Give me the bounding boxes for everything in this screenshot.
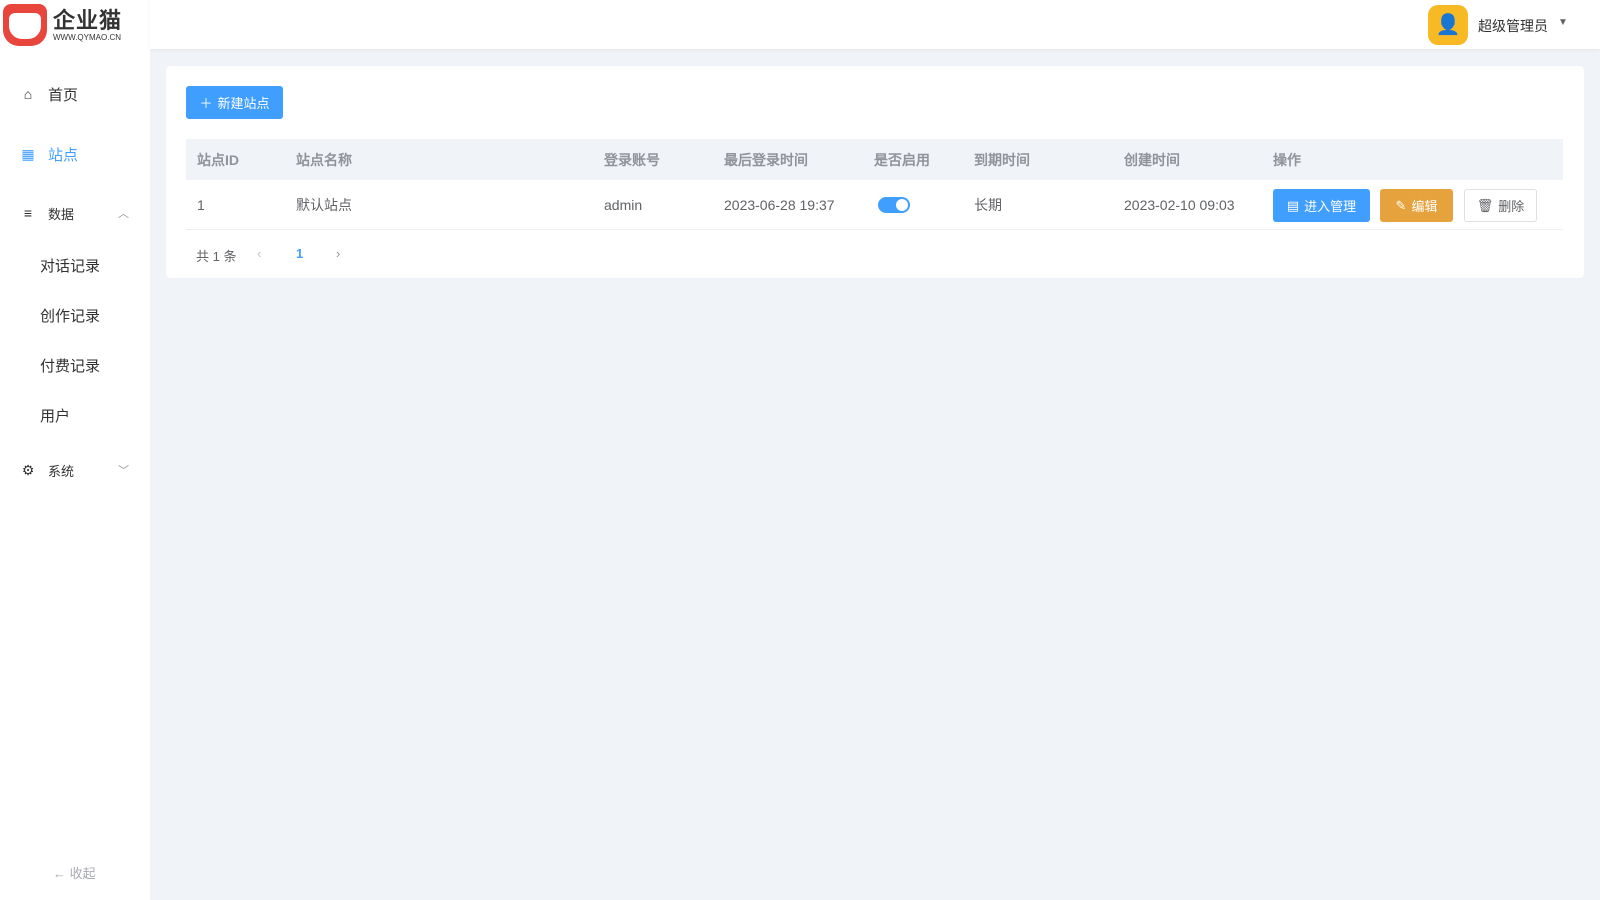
- logo[interactable]: 企业猫 WWW.QYMAO.CN: [3, 4, 122, 46]
- column-header: 到期时间: [974, 151, 1030, 168]
- prev-page-icon[interactable]: ‹: [257, 246, 261, 261]
- column-header: 站点ID: [197, 151, 239, 168]
- sidebar-item-label: 系统: [48, 463, 75, 479]
- pagination-total: 共 1 条: [196, 249, 237, 264]
- table-header: 站点ID 站点名称 登录账号 最后登录时间 是否启用 到期时间 创建时间 操作: [186, 139, 1563, 180]
- new-site-button[interactable]: ＋ 新建站点: [186, 86, 283, 119]
- page-number[interactable]: 1: [296, 246, 303, 261]
- sidebar-item-label: 付费记录: [40, 357, 101, 375]
- user-avatar[interactable]: 👤: [1428, 5, 1468, 45]
- site-name: 默认站点: [296, 196, 352, 213]
- sidebar-item-label: 首页: [48, 86, 79, 104]
- sidebar-item-chat-records[interactable]: 对话记录: [0, 255, 150, 275]
- button-label: 进入管理: [1304, 199, 1357, 214]
- login-account: admin: [604, 196, 643, 213]
- last-login-time: 2023-06-28 19:37: [724, 196, 835, 213]
- trash-icon: 🗑: [1476, 197, 1494, 213]
- sidebar-item-label: 数据: [48, 206, 75, 222]
- arrow-left-icon: ←: [53, 866, 70, 881]
- column-header: 操作: [1273, 151, 1301, 168]
- manage-button[interactable]: ▤ 进入管理: [1273, 189, 1370, 222]
- created-time: 2023-02-10 09:03: [1124, 196, 1235, 213]
- column-header: 最后登录时间: [724, 151, 808, 168]
- gear-icon: ⚙: [21, 461, 35, 478]
- delete-button[interactable]: 🗑 删除: [1464, 189, 1537, 222]
- column-header: 登录账号: [604, 151, 660, 168]
- column-header: 创建时间: [1124, 151, 1180, 168]
- caret-down-icon[interactable]: ▼: [1558, 17, 1568, 28]
- sidebar-item-label: 创作记录: [40, 307, 101, 325]
- logo-url: WWW.QYMAO.CN: [53, 32, 121, 42]
- enabled-toggle[interactable]: [878, 196, 910, 213]
- sidebar-item-sites[interactable]: ▦ 站点: [0, 144, 150, 164]
- sidebar-item-system[interactable]: ⚙ 系统 ﹀: [0, 460, 150, 480]
- menu-icon: ≡: [23, 205, 33, 221]
- cat-logo-icon: [3, 4, 47, 46]
- edit-button[interactable]: ✎ 编辑: [1380, 189, 1453, 222]
- user-icon: 👤: [1435, 14, 1461, 36]
- button-label: 删除: [1498, 199, 1525, 214]
- chevron-down-icon: ﹀: [118, 465, 129, 477]
- sidebar-item-creation-records[interactable]: 创作记录: [0, 305, 150, 325]
- expire-time: 长期: [974, 196, 1002, 213]
- sidebar-item-data[interactable]: ≡ 数据 ︿: [0, 203, 150, 223]
- column-header: 站点名称: [296, 151, 352, 168]
- button-label: 编辑: [1411, 199, 1438, 214]
- sidebar-item-label: 站点: [48, 146, 79, 164]
- chevron-up-icon: ︿: [118, 208, 129, 220]
- edit-icon: ✎: [1395, 197, 1407, 213]
- sidebar-item-users[interactable]: 用户: [0, 405, 150, 425]
- site-id: 1: [197, 196, 205, 213]
- column-header: 是否启用: [874, 151, 930, 168]
- collapse-button[interactable]: ← 收起: [53, 863, 96, 882]
- home-icon: ⌂: [23, 86, 33, 102]
- top-header: [150, 0, 1600, 49]
- sidebar: 企业猫 WWW.QYMAO.CN ⌂ 首页 ▦ 站点 ≡ 数据 ︿ 对话记录 创作记录 …: [0, 0, 150, 900]
- table-row: 1 默认站点 admin 2023-06-28 19:37 长期 2023-02…: [186, 180, 1563, 230]
- sidebar-item-label: 用户: [40, 407, 71, 425]
- sidebar-item-payment-records[interactable]: 付费记录: [0, 355, 150, 375]
- grid-icon: ▦: [21, 145, 35, 162]
- logo-name: 企业猫: [53, 7, 123, 33]
- next-page-icon[interactable]: ›: [336, 246, 340, 261]
- button-label: 新建站点: [217, 96, 270, 111]
- sidebar-item-home[interactable]: ⌂ 首页: [0, 84, 150, 104]
- sidebar-item-label: 对话记录: [40, 257, 101, 275]
- document-icon: ▤: [1286, 197, 1300, 213]
- plus-icon: ＋: [199, 96, 213, 111]
- collapse-label: 收起: [69, 866, 96, 881]
- user-menu[interactable]: 超级管理员: [1478, 16, 1548, 36]
